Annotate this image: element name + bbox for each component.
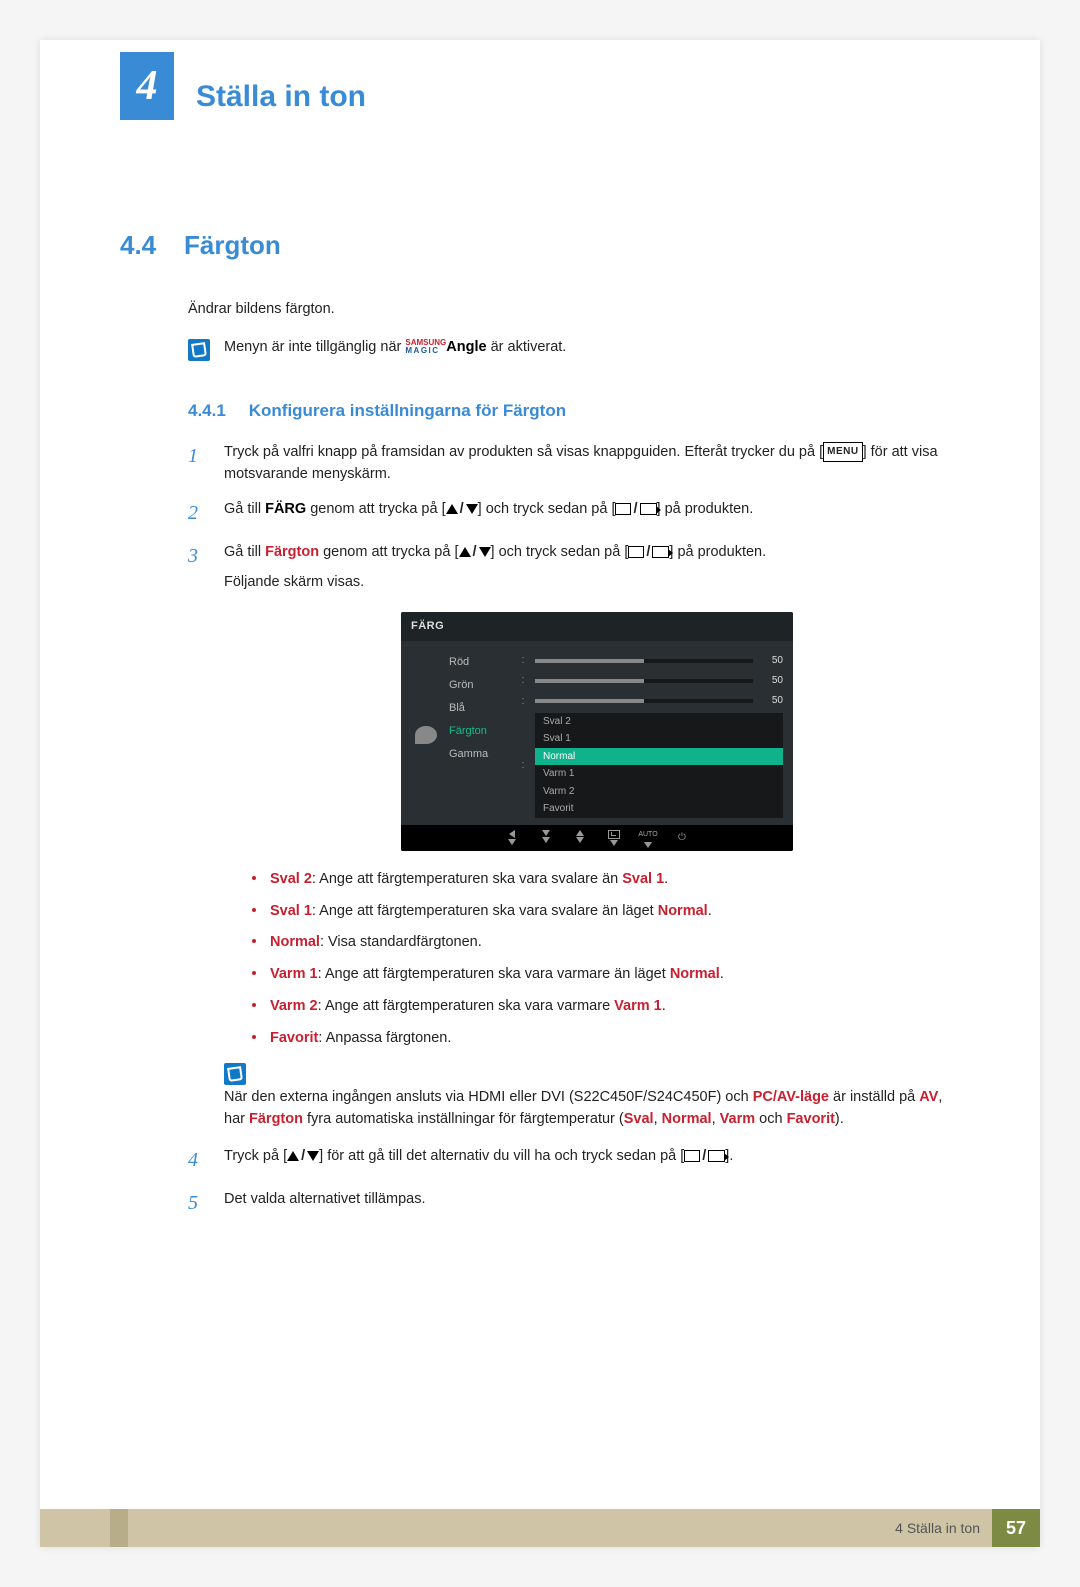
- osd-title: FÄRG: [401, 612, 793, 641]
- osd-footer: AUTO ⏻: [401, 825, 793, 851]
- following-screen-label: Följande skärm visas.: [224, 571, 970, 593]
- chapter-header: 4 Ställa in ton: [40, 40, 1040, 120]
- content-area: Ändrar bildens färgton. Menyn är inte ti…: [40, 301, 1040, 1219]
- step-1: 1 Tryck på valfri knapp på framsidan av …: [188, 441, 970, 486]
- note-magic-angle: Menyn är inte tillgänglig när SAMSUNGMAG…: [188, 339, 970, 361]
- enter-icon: [640, 503, 657, 515]
- bullet-varm2: Varm 2: Ange att färgtemperaturen ska va…: [252, 996, 970, 1018]
- osd-option-normal: Normal: [535, 748, 783, 766]
- note-icon: [224, 1063, 246, 1085]
- page-footer: 4 Ställa in ton 57: [40, 1509, 1040, 1547]
- keyword-fargton: Färgton: [265, 544, 319, 560]
- page: 4 Ställa in ton 4.4 Färgton Ändrar bilde…: [40, 40, 1040, 1547]
- osd-labels: Röd Grön Blå Färgton Gamma: [449, 651, 511, 819]
- step-3: 3 Gå till Färgton genom att trycka på [/…: [188, 541, 970, 1131]
- step-number: 5: [188, 1188, 210, 1219]
- down-arrow-icon: [479, 547, 491, 557]
- osd-nav-power-icon: ⏻: [672, 830, 692, 848]
- osd-label-blue: Blå: [449, 697, 511, 720]
- note-pre: Menyn är inte tillgänglig när: [224, 339, 405, 355]
- osd-option-favorit: Favorit: [535, 800, 783, 818]
- subsection-number: 4.4.1: [188, 401, 244, 421]
- bullet-sval2: Sval 2: Ange att färgtemperaturen ska va…: [252, 869, 970, 891]
- osd-label-red: Röd: [449, 651, 511, 674]
- bullet-varm1: Varm 1: Ange att färgtemperaturen ska va…: [252, 964, 970, 986]
- note-hdmi-dvi: När den externa ingången ansluts via HDM…: [224, 1063, 970, 1130]
- down-arrow-icon: [466, 504, 478, 514]
- menu-button-icon: MENU: [823, 442, 862, 462]
- osd-nav-up-icon: [570, 830, 590, 848]
- down-arrow-icon: [307, 1151, 319, 1161]
- section-heading: 4.4 Färgton: [40, 230, 1040, 261]
- keyword-farg: FÄRG: [265, 501, 306, 517]
- osd-body: Röd Grön Blå Färgton Gamma :50 :50 :50 :: [401, 641, 793, 825]
- chapter-title: Ställa in ton: [196, 80, 366, 114]
- osd-option-sval2: Sval 2: [535, 713, 783, 731]
- step-number: 2: [188, 498, 210, 529]
- step-list: 1 Tryck på valfri knapp på framsidan av …: [188, 441, 970, 1219]
- step-body: Gå till Färgton genom att trycka på [/] …: [224, 541, 970, 1131]
- step-2: 2 Gå till FÄRG genom att trycka på [/] o…: [188, 498, 970, 529]
- step-body: Gå till FÄRG genom att trycka på [/] och…: [224, 498, 970, 520]
- osd-option-sval1: Sval 1: [535, 730, 783, 748]
- up-arrow-icon: [287, 1151, 299, 1161]
- osd-values: :50 :50 :50 : Sval 2 Sval 1 Normal Varm …: [519, 651, 783, 819]
- bullet-favorit: Favorit: Anpassa färgtonen.: [252, 1028, 970, 1050]
- osd-label-fargton: Färgton: [449, 720, 511, 743]
- osd-category-icon-col: [411, 651, 441, 819]
- osd-slider-red: [535, 659, 753, 663]
- section-intro: Ändrar bildens färgton.: [188, 301, 970, 317]
- enter-icon: [708, 1150, 725, 1162]
- osd-option-varm2: Varm 2: [535, 783, 783, 801]
- note-text: Menyn är inte tillgänglig när SAMSUNGMAG…: [224, 339, 566, 355]
- osd-slider-blue: [535, 699, 753, 703]
- section-number: 4.4: [120, 230, 180, 261]
- option-bullets: Sval 2: Ange att färgtemperaturen ska va…: [252, 869, 970, 1050]
- up-arrow-icon: [459, 547, 471, 557]
- footer-accent: [110, 1509, 128, 1547]
- osd-value-blue: 50: [761, 693, 783, 709]
- enter-icon: [652, 546, 669, 558]
- note-post: är aktiverat.: [487, 339, 567, 355]
- osd-screenshot: FÄRG Röd Grön Blå Färgton Gamma: [401, 612, 793, 851]
- osd-value-red: 50: [761, 653, 783, 669]
- chapter-number-badge: 4: [120, 52, 174, 120]
- page-number: 57: [992, 1509, 1040, 1547]
- osd-nav-enter-icon: [604, 830, 624, 848]
- osd-label-gamma: Gamma: [449, 743, 511, 766]
- source-icon: [615, 503, 631, 515]
- osd-nav-left-icon: [502, 830, 522, 848]
- palette-icon: [415, 726, 437, 744]
- bullet-sval1: Sval 1: Ange att färgtemperaturen ska va…: [252, 901, 970, 923]
- osd-nav-auto: AUTO: [638, 830, 658, 848]
- step-number: 4: [188, 1145, 210, 1176]
- osd-slider-green: [535, 679, 753, 683]
- step-5: 5 Det valda alternativet tillämpas.: [188, 1188, 970, 1219]
- osd-option-varm1: Varm 1: [535, 765, 783, 783]
- note-text: När den externa ingången ansluts via HDM…: [224, 1086, 954, 1131]
- osd-label-green: Grön: [449, 674, 511, 697]
- step-body: Tryck på [/] för att gå till det alterna…: [224, 1145, 970, 1167]
- bullet-normal: Normal: Visa standardfärgtonen.: [252, 932, 970, 954]
- source-icon: [628, 546, 644, 558]
- section-title: Färgton: [184, 230, 281, 260]
- magic-angle-word: Angle: [446, 339, 486, 355]
- subsection-title: Konfigurera inställningarna för Färgton: [249, 401, 566, 420]
- step-number: 3: [188, 541, 210, 572]
- source-icon: [684, 1150, 700, 1162]
- up-arrow-icon: [446, 504, 458, 514]
- osd-nav-down-icon: [536, 830, 556, 848]
- step-number: 1: [188, 441, 210, 472]
- step-body: Tryck på valfri knapp på framsidan av pr…: [224, 441, 970, 486]
- osd-dropdown-fargton: Sval 2 Sval 1 Normal Varm 1 Varm 2 Favor…: [535, 713, 783, 818]
- step-body: Det valda alternativet tillämpas.: [224, 1188, 970, 1210]
- step-4: 4 Tryck på [/] för att gå till det alter…: [188, 1145, 970, 1176]
- footer-chapter-label: 4 Ställa in ton: [895, 1520, 980, 1536]
- samsung-magic-brand: SAMSUNGMAGIC: [405, 339, 446, 355]
- note-icon: [188, 339, 210, 361]
- subsection-heading: 4.4.1 Konfigurera inställningarna för Fä…: [188, 401, 970, 421]
- osd-value-green: 50: [761, 673, 783, 689]
